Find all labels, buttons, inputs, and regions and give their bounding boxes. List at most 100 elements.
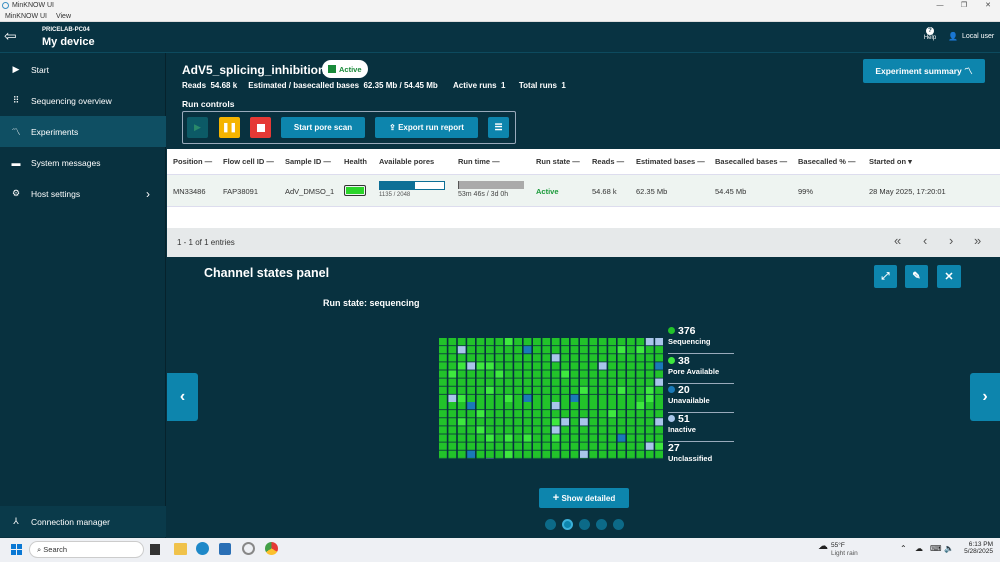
channel-cell[interactable] [608,346,616,354]
close-window-icon[interactable]: ✕ [976,0,1000,11]
first-page-icon[interactable]: « [894,233,901,248]
sidebar-item-system-messages[interactable]: ▬ System messages [0,147,166,178]
channel-cell[interactable] [448,378,457,386]
channel-cell[interactable] [627,410,635,418]
channel-cell[interactable] [476,394,485,402]
channel-cell[interactable] [636,442,645,450]
channel-cell[interactable] [627,386,635,394]
channel-cell[interactable] [448,410,457,418]
channel-cell[interactable] [467,386,475,394]
channel-cell[interactable] [486,426,494,434]
channel-cell[interactable] [486,346,494,354]
channel-cell[interactable] [439,354,447,362]
channel-cell[interactable] [533,378,541,386]
channel-cell[interactable] [457,354,466,362]
channel-cell[interactable] [439,410,447,418]
channel-cell[interactable] [504,386,513,394]
channel-cell[interactable] [598,450,607,458]
column-header[interactable]: Estimated bases — [636,157,705,166]
channel-cell[interactable] [589,410,598,418]
channel-cell[interactable] [580,386,588,394]
channel-cell[interactable] [645,362,654,370]
channel-cell[interactable] [533,434,541,442]
channel-cell[interactable] [533,338,541,346]
channel-cell[interactable] [589,338,598,346]
channel-cell[interactable] [486,434,494,442]
channel-cell[interactable] [439,418,447,426]
channel-cell[interactable] [467,426,475,434]
export-run-report-button[interactable]: ⇪ Export run report [375,117,478,138]
channel-cell[interactable] [523,442,532,450]
channel-cell[interactable] [495,394,504,402]
channel-cell[interactable] [514,442,522,450]
channel-cell[interactable] [542,378,551,386]
channel-cell[interactable] [645,442,654,450]
channel-cell[interactable] [580,402,588,410]
channel-cell[interactable] [561,418,569,426]
channel-cell[interactable] [542,418,551,426]
channel-cell[interactable] [514,402,522,410]
channel-cell[interactable] [580,338,588,346]
column-header[interactable]: Reads — [592,157,624,166]
channel-cell[interactable] [514,410,522,418]
channel-cell[interactable] [636,338,645,346]
channel-cell[interactable] [467,418,475,426]
channel-cell[interactable] [598,442,607,450]
channel-cell[interactable] [533,362,541,370]
channel-cell[interactable] [627,338,635,346]
channel-cell[interactable] [551,426,560,434]
channel-cell[interactable] [514,450,522,458]
channel-cell[interactable] [457,442,466,450]
channel-cell[interactable] [627,354,635,362]
channel-cell[interactable] [608,450,616,458]
channel-cell[interactable] [551,434,560,442]
channel-cell[interactable] [636,378,645,386]
channel-cell[interactable] [476,450,485,458]
channel-cell[interactable] [589,362,598,370]
channel-cell[interactable] [551,346,560,354]
channel-cell[interactable] [514,434,522,442]
channel-cell[interactable] [476,410,485,418]
channel-cell[interactable] [504,354,513,362]
channel-cell[interactable] [589,402,598,410]
channel-cell[interactable] [570,338,579,346]
channel-cell[interactable] [457,434,466,442]
channel-cell[interactable] [467,410,475,418]
channel-cell[interactable] [504,346,513,354]
channel-cell[interactable] [551,338,560,346]
channel-cell[interactable] [645,450,654,458]
cloud-icon[interactable]: ☁ [915,544,923,553]
channel-cell[interactable] [561,354,569,362]
chrome-icon[interactable] [265,542,278,555]
prev-page-icon[interactable]: ‹ [923,233,927,248]
channel-cell[interactable] [608,434,616,442]
channel-cell[interactable] [589,426,598,434]
channel-cell[interactable] [598,426,607,434]
channel-cell[interactable] [457,418,466,426]
channel-cell[interactable] [457,386,466,394]
tray-chevron-icon[interactable]: ⌃ [900,544,907,553]
channel-cell[interactable] [504,402,513,410]
channel-cell[interactable] [439,450,447,458]
channel-cell[interactable] [627,402,635,410]
help-button[interactable]: ? Help [922,27,938,41]
channel-cell[interactable] [617,402,626,410]
store-icon[interactable] [219,543,231,555]
channel-cell[interactable] [645,394,654,402]
channel-cell[interactable] [570,378,579,386]
column-header[interactable]: Run state — [536,157,580,166]
channel-cell[interactable] [514,370,522,378]
next-page-icon[interactable]: › [949,233,953,248]
windows-start-icon[interactable] [11,544,22,555]
channel-cell[interactable] [514,394,522,402]
channel-cell[interactable] [476,354,485,362]
channel-cell[interactable] [589,394,598,402]
menu-collapse-icon[interactable]: ⇦ [4,28,24,46]
channel-cell[interactable] [533,346,541,354]
channel-cell[interactable] [486,386,494,394]
next-panel-button[interactable]: › [970,373,1000,421]
channel-cell[interactable] [608,338,616,346]
channel-cell[interactable] [580,362,588,370]
channel-cell[interactable] [542,338,551,346]
channel-cell[interactable] [504,450,513,458]
